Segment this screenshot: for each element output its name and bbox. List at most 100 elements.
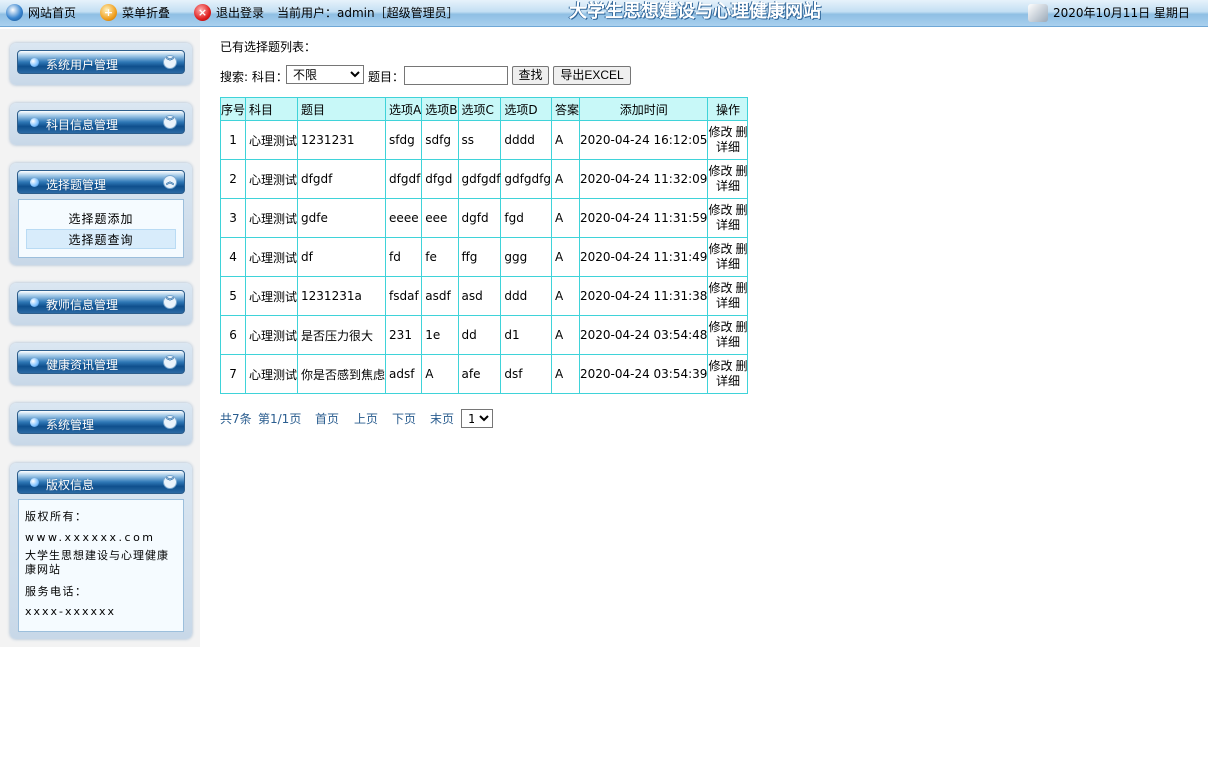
edit-link[interactable]: 修改 <box>708 320 732 334</box>
chevron-down-icon[interactable]: ︾ <box>163 295 177 309</box>
first-page-link[interactable]: 首页 <box>315 410 339 427</box>
panel-system: 系统管理 ︾ <box>10 403 192 445</box>
fold-menu-link[interactable]: + 菜单折叠 <box>100 0 170 26</box>
cell-no: 6 <box>219 315 247 355</box>
cell-c: ss <box>457 120 502 160</box>
col-option-b: 选项B <box>421 97 459 121</box>
panel-header-subjects[interactable]: 科目信息管理 ︾ <box>17 110 185 134</box>
cell-time: 2020-04-24 11:31:38 <box>578 276 709 316</box>
cell-subject: 心理测试 <box>245 198 299 238</box>
delete-link[interactable]: 删 <box>735 203 747 217</box>
panel-title: 选择题管理 <box>46 178 107 192</box>
cell-question: dfgdf <box>297 159 387 199</box>
last-page-link[interactable]: 末页 <box>430 410 454 427</box>
panel-title: 系统用户管理 <box>46 58 119 72</box>
delete-link[interactable]: 删 <box>735 164 747 178</box>
detail-link[interactable]: 详细 <box>716 179 740 193</box>
chevron-up-icon[interactable]: ︽ <box>163 175 177 189</box>
home-link[interactable]: 网站首页 <box>6 0 76 26</box>
topic-input[interactable] <box>404 66 508 85</box>
cell-time: 2020-04-24 11:31:59 <box>578 198 709 238</box>
detail-link[interactable]: 详细 <box>716 335 740 349</box>
col-subject: 科目 <box>245 97 299 121</box>
cell-actions: 修改删详细 <box>707 276 749 316</box>
delete-link[interactable]: 删 <box>735 281 747 295</box>
fold-label: 菜单折叠 <box>122 6 171 20</box>
panel-title: 教师信息管理 <box>46 298 119 312</box>
cell-no: 7 <box>219 354 247 394</box>
bullet-icon <box>30 118 39 127</box>
chevron-down-icon[interactable]: ︾ <box>163 115 177 129</box>
detail-link[interactable]: 详细 <box>716 374 740 388</box>
cell-time: 2020-04-24 03:54:39 <box>578 354 709 394</box>
edit-link[interactable]: 修改 <box>708 164 732 178</box>
edit-link[interactable]: 修改 <box>708 125 732 139</box>
table-row: 3 心理测试 gdfe eeee eee dgfd fgd A 2020-04-24 11:31… <box>219 198 749 238</box>
table-row: 6 心理测试 是否压力很大 231 1e dd d1 A 2020-04-24 03:54:48… <box>219 315 749 355</box>
subject-select[interactable]: 不限 <box>286 65 364 84</box>
panel-title: 系统管理 <box>46 418 95 432</box>
menu-query-question[interactable]: 选择题查询 <box>26 229 176 249</box>
cell-answer: A <box>550 237 580 277</box>
panel-header-system-users[interactable]: 系统用户管理 ︾ <box>17 50 185 74</box>
col-no: 序号 <box>219 97 247 121</box>
panel-header-questions[interactable]: 选择题管理 ︽ <box>17 170 185 194</box>
cell-question: gdfe <box>297 198 387 238</box>
panel-header-teachers[interactable]: 教师信息管理 ︾ <box>17 290 185 314</box>
panel-header-system[interactable]: 系统管理 ︾ <box>17 410 185 434</box>
find-button[interactable]: 查找 <box>512 66 549 85</box>
cell-answer: A <box>550 159 580 199</box>
col-question: 题目 <box>297 97 387 121</box>
chevron-down-icon[interactable]: ︾ <box>163 355 177 369</box>
export-excel-button[interactable]: 导出EXCEL <box>553 66 631 85</box>
edit-link[interactable]: 修改 <box>708 242 732 256</box>
panel-header-health-news[interactable]: 健康资讯管理 ︾ <box>17 350 185 374</box>
cell-b: dfgd <box>421 159 459 199</box>
panel-copyright: 版权信息 ︾ 版权所有： www.xxxxxx.com 大学生思想建设与心理健康 … <box>10 463 192 639</box>
cell-a: sfdg <box>385 120 423 160</box>
edit-link[interactable]: 修改 <box>708 281 732 295</box>
cell-question: 1231231a <box>297 276 387 316</box>
chevron-down-icon[interactable]: ︾ <box>163 475 177 489</box>
delete-link[interactable]: 删 <box>735 125 747 139</box>
page-indicator: 第1/1页 <box>258 412 302 426</box>
delete-link[interactable]: 删 <box>735 242 747 256</box>
cell-subject: 心理测试 <box>245 315 299 355</box>
prev-page-link[interactable]: 上页 <box>354 410 378 427</box>
cell-subject: 心理测试 <box>245 276 299 316</box>
detail-link[interactable]: 详细 <box>716 218 740 232</box>
panel-header-copyright[interactable]: 版权信息 ︾ <box>17 470 185 494</box>
search-label: 搜索: 科目： <box>220 70 288 84</box>
cell-b: sdfg <box>421 120 459 160</box>
cell-c: ffg <box>457 237 502 277</box>
panel-title: 健康资讯管理 <box>46 358 119 372</box>
logout-link[interactable]: × 退出登录 <box>194 0 264 26</box>
chevron-down-icon[interactable]: ︾ <box>163 415 177 429</box>
detail-link[interactable]: 详细 <box>716 296 740 310</box>
cell-answer: A <box>550 315 580 355</box>
edit-link[interactable]: 修改 <box>708 203 732 217</box>
total-count: 共7条 <box>220 412 252 426</box>
cell-b: asdf <box>421 276 459 316</box>
panel-subjects: 科目信息管理 ︾ <box>10 103 192 145</box>
panel-body-copyright: 版权所有： www.xxxxxx.com 大学生思想建设与心理健康 康网站 服务… <box>18 499 184 632</box>
edit-link[interactable]: 修改 <box>708 359 732 373</box>
calendar-icon <box>1028 3 1048 22</box>
top-bar: 网站首页 + 菜单折叠 × 退出登录 当前用户：admin［超级管理员］ 大学生思想… <box>0 0 1208 27</box>
current-user: 当前用户：admin［超级管理员］ <box>277 6 459 20</box>
next-page-link[interactable]: 下页 <box>392 410 416 427</box>
detail-link[interactable]: 详细 <box>716 140 740 154</box>
detail-link[interactable]: 详细 <box>716 257 740 271</box>
panel-teachers: 教师信息管理 ︾ <box>10 283 192 325</box>
cell-subject: 心理测试 <box>245 354 299 394</box>
logout-label: 退出登录 <box>216 6 265 20</box>
page-select[interactable]: 1 <box>461 409 493 428</box>
cell-subject: 心理测试 <box>245 237 299 277</box>
cell-question: 是否压力很大 <box>297 315 387 355</box>
menu-add-question[interactable]: 选择题添加 <box>26 209 176 229</box>
delete-link[interactable]: 删 <box>735 320 747 334</box>
cell-actions: 修改删详细 <box>707 315 749 355</box>
chevron-down-icon[interactable]: ︾ <box>163 55 177 69</box>
delete-link[interactable]: 删 <box>735 359 747 373</box>
cell-a: fsdaf <box>385 276 423 316</box>
